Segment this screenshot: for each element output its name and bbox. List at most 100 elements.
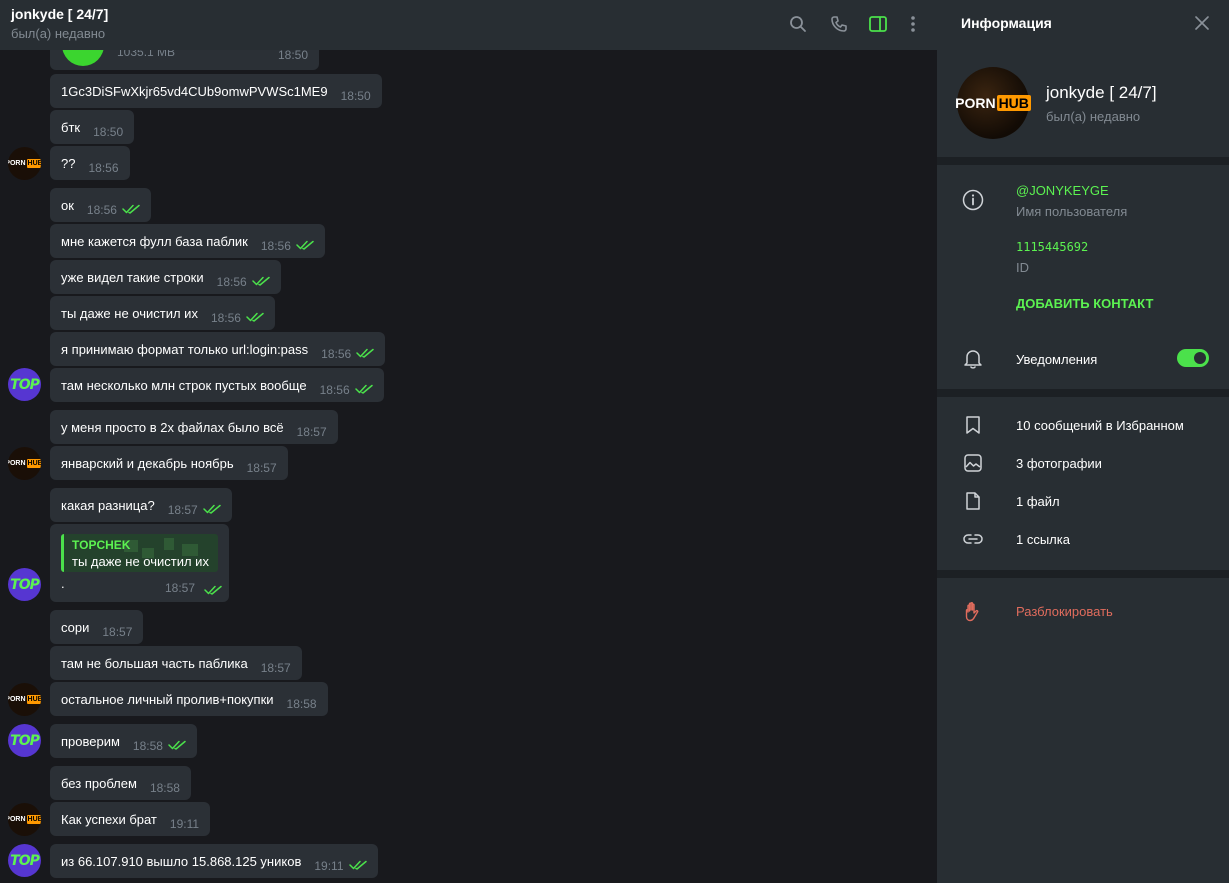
contact-avatar[interactable]: PORNHUB bbox=[8, 803, 41, 836]
message-time: 18:50 bbox=[93, 124, 124, 139]
message-bubble[interactable]: там несколько млн строк пустых вообще 18… bbox=[50, 368, 384, 402]
message-time: 18:56 bbox=[216, 274, 247, 289]
top-logo: TOP bbox=[10, 376, 40, 393]
message-list[interactable]: 1035.1 MB 18:50 1Gc3DiSFwXkjr65vd4CUb9om… bbox=[0, 50, 937, 883]
message-text: из 66.107.910 вышло 15.868.125 уников bbox=[61, 853, 302, 869]
message-text: проверим bbox=[61, 733, 120, 749]
reply-author: TOPCHEK bbox=[72, 538, 131, 552]
read-checkmarks-icon bbox=[122, 204, 140, 214]
message-bubble[interactable]: бтк 18:50 bbox=[50, 110, 135, 144]
message-bubble[interactable]: ?? 18:56 bbox=[50, 146, 130, 180]
profile-avatar[interactable]: PORN HUB bbox=[955, 67, 1031, 139]
read-checkmarks-icon bbox=[354, 384, 373, 394]
message-text: 1Gc3DiSFwXkjr65vd4CUb9omwPVWSc1ME9 bbox=[61, 83, 328, 99]
my-avatar[interactable]: TOP bbox=[8, 568, 41, 601]
profile-name: jonkyde [ 24/7] bbox=[1046, 83, 1157, 102]
message-bubble[interactable]: январский и декабрь ноябрь 18:57 bbox=[50, 446, 288, 480]
file-icon bbox=[961, 489, 985, 513]
my-avatar[interactable]: TOP bbox=[8, 368, 41, 401]
reply-message-bubble[interactable]: TOPCHEK ты даже не очистил их . 18:57 bbox=[50, 524, 229, 602]
message-bubble[interactable]: из 66.107.910 вышло 15.868.125 уников 19… bbox=[50, 844, 378, 878]
message-bubble[interactable]: я принимаю формат только url:login:pass … bbox=[50, 332, 386, 366]
message-text: Как успехи брат bbox=[61, 811, 157, 827]
message-text: ?? bbox=[61, 155, 76, 171]
message-bubble[interactable]: сори 18:57 bbox=[50, 610, 144, 644]
message-text: остальное личный пролив+покупки bbox=[61, 691, 274, 707]
message-bubble[interactable]: проверим 18:58 bbox=[50, 724, 197, 758]
message-time: 18:56 bbox=[88, 160, 119, 175]
id-value[interactable]: 1115445692 bbox=[1016, 240, 1088, 254]
hand-stop-icon bbox=[961, 600, 985, 624]
photos-link[interactable]: 3 фотографии bbox=[1016, 456, 1102, 471]
contact-avatar[interactable]: PORNHUB bbox=[8, 447, 41, 480]
reply-quote[interactable]: TOPCHEK ты даже не очистил их bbox=[61, 534, 218, 572]
message-time: 18:57 bbox=[260, 660, 291, 675]
top-logo: TOP bbox=[10, 852, 40, 869]
message-bubble[interactable]: у меня просто в 2х файлах было всё 18:57 bbox=[50, 410, 338, 444]
message-time: 18:57 bbox=[165, 581, 196, 595]
read-checkmarks-icon bbox=[168, 740, 186, 750]
message-text: там несколько млн строк пустых вообще bbox=[61, 377, 307, 393]
username-value[interactable]: @JONYKEYGE bbox=[1016, 183, 1109, 198]
id-label: ID bbox=[1016, 260, 1029, 275]
close-icon[interactable] bbox=[1193, 14, 1211, 32]
profile-status: был(а) недавно bbox=[1046, 109, 1141, 124]
photo-icon bbox=[961, 451, 985, 475]
message-bubble[interactable]: какая разница? 18:57 bbox=[50, 488, 232, 522]
pornhub-logo: PORNHUB bbox=[8, 159, 41, 168]
link-icon bbox=[961, 527, 985, 551]
message-time: 18:56 bbox=[319, 382, 350, 397]
message-text: . bbox=[61, 576, 65, 591]
phone-icon[interactable] bbox=[828, 13, 850, 35]
username-label: Имя пользователя bbox=[1016, 204, 1128, 219]
files-link[interactable]: 1 файл bbox=[1016, 494, 1060, 509]
message-bubble[interactable]: там не большая часть паблика 18:57 bbox=[50, 646, 302, 680]
add-contact-button[interactable]: ДОБАВИТЬ КОНТАКТ bbox=[1016, 296, 1153, 311]
pornhub-logo: PORNHUB bbox=[8, 815, 41, 824]
sidebar-toggle-icon[interactable] bbox=[867, 13, 889, 35]
links-link[interactable]: 1 ссылка bbox=[1016, 532, 1070, 547]
message-bubble[interactable]: без проблем 18:58 bbox=[50, 766, 191, 800]
message-time: 19:11 bbox=[314, 858, 344, 873]
message-time: 18:56 bbox=[260, 238, 291, 253]
read-checkmarks-icon bbox=[296, 240, 314, 250]
chat-title[interactable]: jonkyde [ 24/7] bbox=[11, 6, 108, 22]
message-bubble[interactable]: Как успехи брат 19:11 bbox=[50, 802, 211, 836]
message-time: 18:56 bbox=[86, 202, 117, 217]
notifications-toggle[interactable] bbox=[1177, 349, 1209, 367]
message-bubble[interactable]: остальное личный пролив+покупки 18:58 bbox=[50, 682, 328, 716]
saved-messages-link[interactable]: 10 сообщений в Избранном bbox=[1016, 418, 1184, 433]
top-logo: TOP bbox=[10, 576, 40, 593]
my-avatar[interactable]: TOP bbox=[8, 844, 41, 877]
file-message[interactable]: 1035.1 MB 18:50 bbox=[50, 50, 319, 70]
message-bubble[interactable]: ок 18:56 bbox=[50, 188, 151, 222]
file-icon[interactable] bbox=[62, 50, 104, 66]
message-time: 18:50 bbox=[278, 50, 309, 62]
info-icon bbox=[961, 188, 985, 212]
message-text: какая разница? bbox=[61, 497, 155, 513]
message-bubble[interactable]: 1Gc3DiSFwXkjr65vd4CUb9omwPVWSc1ME9 18:50 bbox=[50, 74, 382, 108]
unblock-button[interactable]: Разблокировать bbox=[1016, 604, 1113, 619]
info-title: Информация bbox=[961, 15, 1052, 31]
message-text: там не большая часть паблика bbox=[61, 655, 248, 671]
message-text: январский и декабрь ноябрь bbox=[61, 455, 234, 471]
read-checkmarks-icon bbox=[356, 348, 374, 358]
divider bbox=[937, 570, 1229, 578]
message-time: 18:57 bbox=[167, 502, 198, 517]
toggle-knob bbox=[1194, 352, 1206, 364]
message-bubble[interactable]: ты даже не очистил их 18:56 bbox=[50, 296, 275, 330]
message-bubble[interactable]: уже видел такие строки 18:56 bbox=[50, 260, 281, 294]
message-time: 18:57 bbox=[102, 624, 133, 639]
chat-status: был(а) недавно bbox=[11, 26, 106, 41]
top-logo: TOP bbox=[10, 732, 40, 749]
message-bubble[interactable]: мне кажется фулл база паблик 18:56 bbox=[50, 224, 325, 258]
read-checkmarks-icon bbox=[246, 312, 264, 322]
divider bbox=[937, 157, 1229, 165]
more-menu-icon[interactable] bbox=[902, 13, 924, 35]
search-icon[interactable] bbox=[787, 13, 809, 35]
pornhub-logo: PORNHUB bbox=[8, 459, 41, 468]
contact-avatar[interactable]: PORNHUB bbox=[8, 147, 41, 180]
contact-avatar[interactable]: PORNHUB bbox=[8, 683, 41, 716]
my-avatar[interactable]: TOP bbox=[8, 724, 41, 757]
message-text: бтк bbox=[61, 119, 81, 135]
